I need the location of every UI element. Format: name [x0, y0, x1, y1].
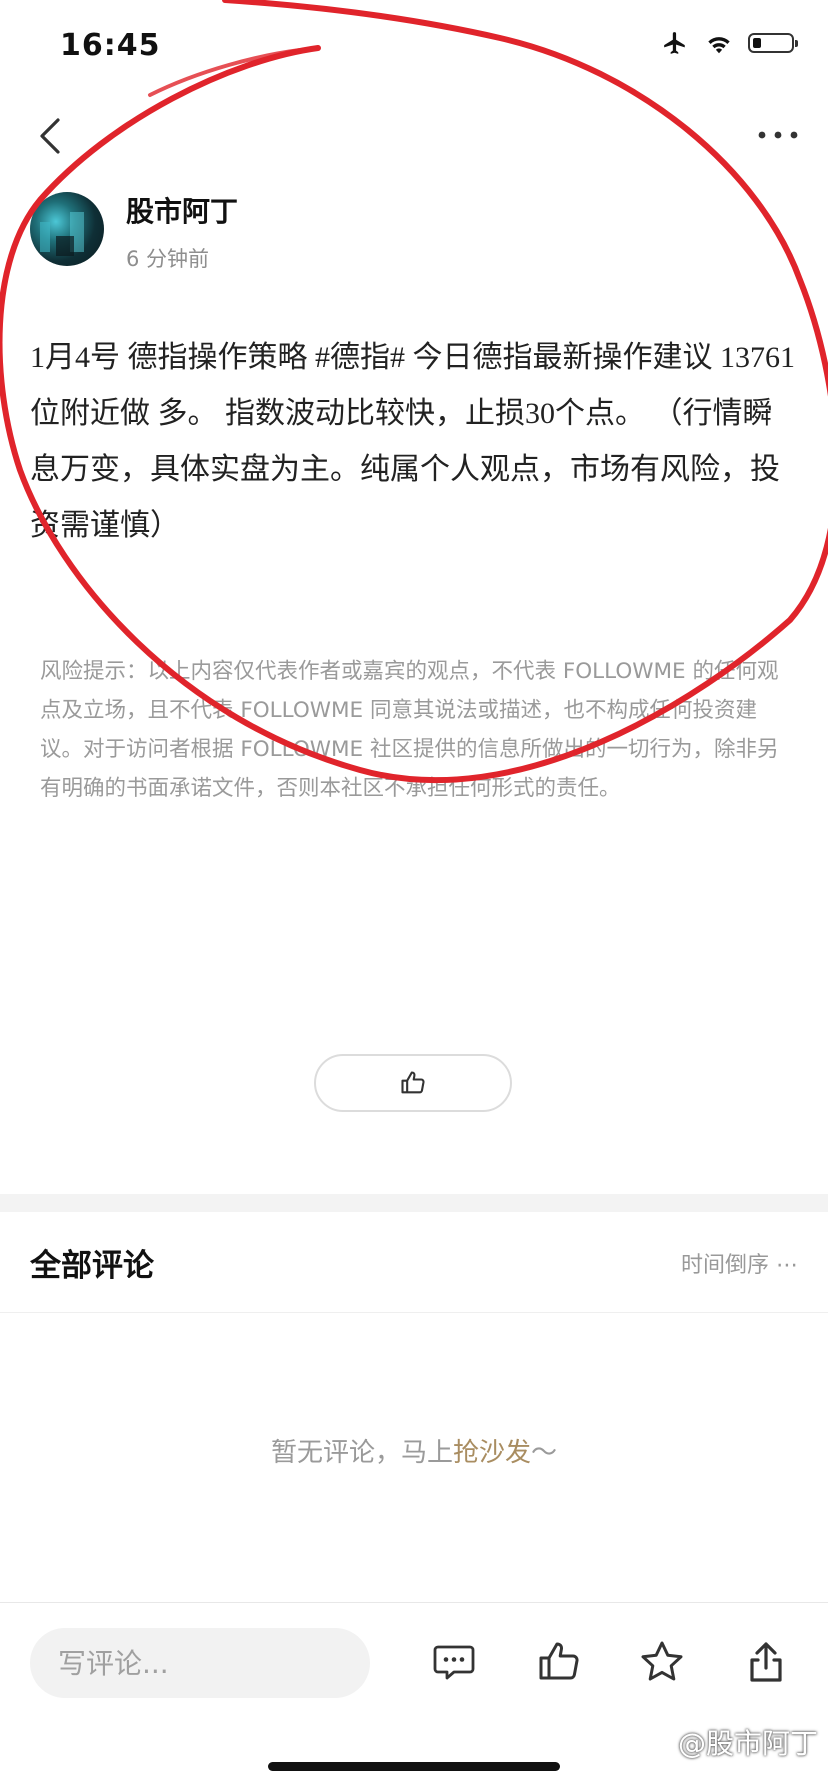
weibo-logo-icon: [646, 1734, 670, 1754]
more-dots-icon: [758, 131, 798, 139]
wifi-icon: [708, 37, 730, 54]
thumbs-up-icon: [539, 1642, 579, 1680]
watermark-text: @股市阿丁: [677, 1727, 818, 1760]
empty-comment-message: 暂无评论，马上抢沙发～: [0, 1432, 828, 1469]
airplane-icon: [664, 32, 685, 54]
watermark: @股市阿丁: [644, 1722, 818, 1762]
risk-notice: 风险提示：以上内容仅代表作者或嘉宾的观点，不代表 FOLLOWME 的任何观点及…: [40, 659, 779, 801]
star-icon: [641, 1641, 683, 1681]
comments-divider: [0, 1312, 828, 1313]
favorite-button[interactable]: [638, 1638, 686, 1686]
share-icon: [750, 1642, 782, 1682]
thumbs-up-icon: [401, 1071, 425, 1094]
more-button[interactable]: [754, 118, 802, 152]
avatar-image: [40, 212, 84, 256]
battery-icon: [748, 33, 798, 53]
home-indicator: [268, 1762, 560, 1771]
back-button[interactable]: [28, 110, 76, 162]
comment-bubble-icon: [433, 1645, 475, 1680]
comment-input[interactable]: [30, 1628, 370, 1698]
sort-order-toggle[interactable]: 时间倒序 ⋯: [681, 1247, 798, 1279]
comments-title: 全部评论: [30, 1248, 154, 1284]
comment-button[interactable]: [430, 1638, 478, 1686]
avatar[interactable]: [30, 192, 104, 266]
author-name[interactable]: 股市阿丁: [126, 190, 238, 230]
empty-prefix: 暂无评论，马上: [270, 1438, 453, 1468]
status-icons: [660, 30, 798, 56]
post-content: 1月4号 德指操作策略 #德指# 今日德指最新操作建议 13761位附近做 多。…: [30, 330, 800, 554]
hashtag-link[interactable]: #德指#: [315, 341, 405, 374]
empty-suffix: ～: [531, 1438, 558, 1468]
chevron-left-icon: [40, 118, 60, 154]
like-button[interactable]: [314, 1054, 512, 1112]
status-time: 16:45: [60, 28, 161, 63]
post-time: 6 分钟前: [126, 247, 210, 271]
grab-sofa-link[interactable]: 抢沙发: [453, 1438, 531, 1468]
post-text-part1: 1月4号 德指操作策略: [30, 341, 315, 374]
bottom-bar-border: [0, 1602, 828, 1603]
share-button[interactable]: [742, 1638, 790, 1686]
section-divider: [0, 1194, 828, 1212]
bottom-like-button[interactable]: [535, 1638, 583, 1686]
red-annotation-circle: [0, 0, 828, 783]
